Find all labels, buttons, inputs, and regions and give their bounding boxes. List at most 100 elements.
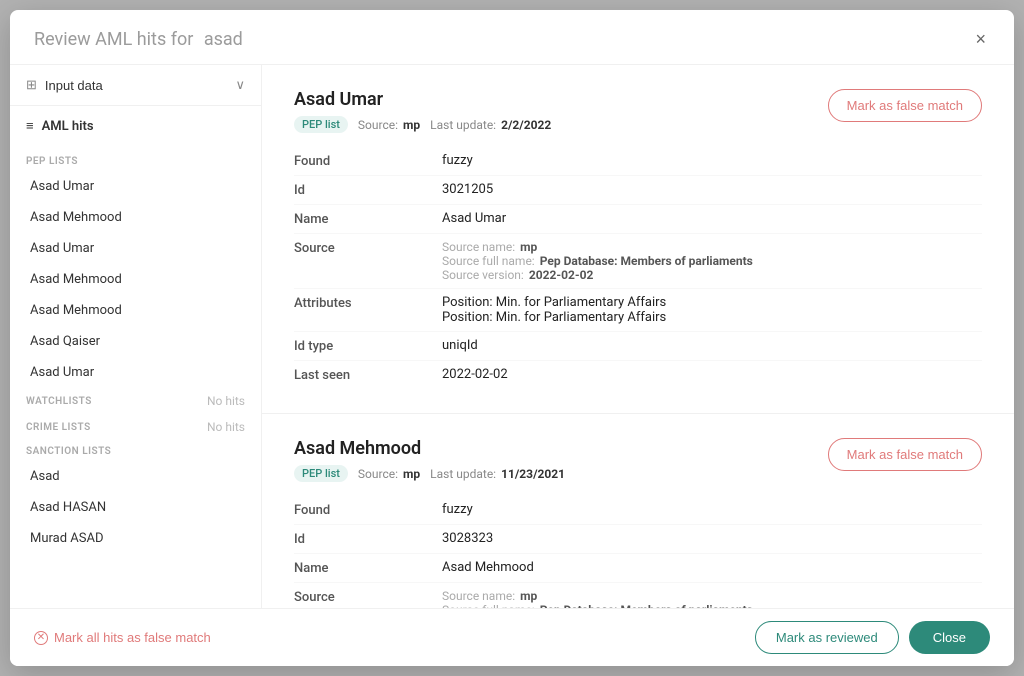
source-value-field-2: Source name: mp Source full name: Pep Da…	[442, 589, 982, 608]
list-item[interactable]: Asad Umar	[14, 358, 257, 387]
crime-lists-section: CRIME LISTS No hits	[10, 414, 261, 440]
aml-hits-section: ≡ AML hits	[10, 106, 261, 150]
detail-row-id-type: Id type uniqId	[294, 332, 982, 361]
source-version-sub: Source version: 2022-02-02	[442, 268, 982, 282]
sidebar: ⊞ Input data ∨ ≡ AML hits PEP LISTS Asad…	[10, 65, 262, 608]
mark-reviewed-button[interactable]: Mark as reviewed	[755, 621, 899, 654]
id-value: 3021205	[442, 182, 982, 197]
detail-row-name-2: Name Asad Mehmood	[294, 554, 982, 583]
attributes-value: Position: Min. for Parliamentary Affairs…	[442, 295, 982, 325]
hit-details-2: Found fuzzy Id 3028323 Name Asad Mehmood…	[294, 496, 982, 608]
detail-row-name: Name Asad Umar	[294, 205, 982, 234]
chevron-down-icon: ∨	[235, 77, 245, 93]
last-update-meta-2: Last update: 11/23/2021	[430, 467, 565, 481]
hit-info: Asad Umar PEP list Source: mp Last updat…	[294, 89, 551, 133]
watchlists-no-hits: No hits	[207, 394, 245, 408]
name-label: Name	[294, 211, 434, 227]
found-value-2: fuzzy	[442, 502, 982, 517]
last-seen-value: 2022-02-02	[442, 367, 982, 382]
name-value: Asad Umar	[442, 211, 982, 226]
name-label-2: Name	[294, 560, 434, 576]
attributes-label: Attributes	[294, 295, 434, 311]
pep-badge-2: PEP list	[294, 465, 348, 482]
list-item[interactable]: Asad Mehmood	[14, 265, 257, 294]
crime-lists-no-hits: No hits	[207, 420, 245, 434]
list-item[interactable]: Murad ASAD	[14, 524, 257, 553]
aml-hits-label: ≡ AML hits	[26, 118, 245, 134]
close-action-button[interactable]: Close	[909, 621, 990, 654]
input-data-icon: ⊞	[26, 77, 37, 93]
list-item[interactable]: Asad HASAN	[14, 493, 257, 522]
hit-header: Asad Umar PEP list Source: mp Last updat…	[294, 89, 982, 133]
watchlists-label: WATCHLISTS	[26, 396, 92, 407]
detail-row-found: Found fuzzy	[294, 147, 982, 176]
source-meta: Source: mp	[358, 118, 420, 132]
last-update-label-2: Last update:	[430, 467, 496, 481]
aml-hits-icon: ≡	[26, 118, 34, 134]
input-data-label: Input data	[45, 78, 103, 93]
detail-row-id: Id 3021205	[294, 176, 982, 205]
modal-body: ⊞ Input data ∨ ≡ AML hits PEP LISTS Asad…	[10, 65, 1014, 608]
found-value: fuzzy	[442, 153, 982, 168]
name-value-2: Asad Mehmood	[442, 560, 982, 575]
last-seen-label: Last seen	[294, 367, 434, 383]
source-value: mp	[403, 118, 420, 132]
source-value-field: Source name: mp Source full name: Pep Da…	[442, 240, 982, 282]
source-label-field: Source	[294, 240, 434, 256]
hit-name: Asad Umar	[294, 89, 551, 110]
list-item[interactable]: Asad Mehmood	[14, 203, 257, 232]
sanction-lists-label: SANCTION LISTS	[10, 440, 261, 461]
id-value-2: 3028323	[442, 531, 982, 546]
id-label: Id	[294, 182, 434, 198]
id-type-label: Id type	[294, 338, 434, 354]
list-item[interactable]: Asad	[14, 462, 257, 491]
title-text: Review AML hits for	[34, 29, 193, 50]
modal-title: Review AML hits for asad	[34, 29, 243, 50]
input-data-button[interactable]: ⊞ Input data ∨	[26, 77, 245, 93]
detail-row-found-2: Found fuzzy	[294, 496, 982, 525]
watchlists-section: WATCHLISTS No hits	[10, 388, 261, 414]
hit-card-asad-mehmood: Asad Mehmood PEP list Source: mp Last up…	[262, 414, 1014, 608]
found-label-2: Found	[294, 502, 434, 518]
hit-info-2: Asad Mehmood PEP list Source: mp Last up…	[294, 438, 565, 482]
list-item[interactable]: Asad Qaiser	[14, 327, 257, 356]
main-content: Asad Umar PEP list Source: mp Last updat…	[262, 65, 1014, 608]
source-value-2: mp	[403, 467, 420, 481]
attr-2: Position: Min. for Parliamentary Affairs	[442, 310, 982, 325]
close-icon[interactable]: ×	[971, 28, 990, 50]
modal: Review AML hits for asad × ⊞ Input data …	[10, 10, 1014, 666]
found-label: Found	[294, 153, 434, 169]
detail-row-id-2: Id 3028323	[294, 525, 982, 554]
crime-lists-label: CRIME LISTS	[26, 422, 91, 433]
false-match-button-2[interactable]: Mark as false match	[828, 438, 982, 471]
subject-text: asad	[204, 29, 243, 50]
id-label-2: Id	[294, 531, 434, 547]
hit-details-1: Found fuzzy Id 3021205 Name Asad Umar So…	[294, 147, 982, 389]
source-name-sub: Source name: mp	[442, 240, 982, 254]
list-item[interactable]: Asad Mehmood	[14, 296, 257, 325]
mark-all-label: Mark all hits as false match	[54, 630, 211, 645]
footer-actions: Mark as reviewed Close	[755, 621, 990, 654]
list-item[interactable]: Asad Umar	[14, 172, 257, 201]
detail-row-source-2: Source Source name: mp Source full name:…	[294, 583, 982, 608]
list-item[interactable]: Asad Umar	[14, 234, 257, 263]
source-label-field-2: Source	[294, 589, 434, 605]
detail-row-attributes: Attributes Position: Min. for Parliament…	[294, 289, 982, 332]
source-full-sub: Source full name: Pep Database: Members …	[442, 254, 982, 268]
hit-card-asad-umar: Asad Umar PEP list Source: mp Last updat…	[262, 65, 1014, 414]
modal-footer: ✕ Mark all hits as false match Mark as r…	[10, 608, 1014, 666]
false-match-button-1[interactable]: Mark as false match	[828, 89, 982, 122]
hit-name-2: Asad Mehmood	[294, 438, 565, 459]
source-label-2: Source:	[358, 467, 398, 481]
source-meta-2: Source: mp	[358, 467, 420, 481]
last-update-value: 2/2/2022	[501, 118, 551, 132]
id-type-value: uniqId	[442, 338, 982, 353]
pep-lists-label: PEP LISTS	[10, 150, 261, 171]
detail-row-source: Source Source name: mp Source full name:…	[294, 234, 982, 289]
source-name-sub-2: Source name: mp	[442, 589, 982, 603]
mark-all-false-match-button[interactable]: ✕ Mark all hits as false match	[34, 630, 211, 645]
last-update-meta: Last update: 2/2/2022	[430, 118, 551, 132]
hit-header-2: Asad Mehmood PEP list Source: mp Last up…	[294, 438, 982, 482]
circle-x-icon: ✕	[34, 631, 48, 645]
hit-meta: PEP list Source: mp Last update: 2/2/202…	[294, 116, 551, 133]
